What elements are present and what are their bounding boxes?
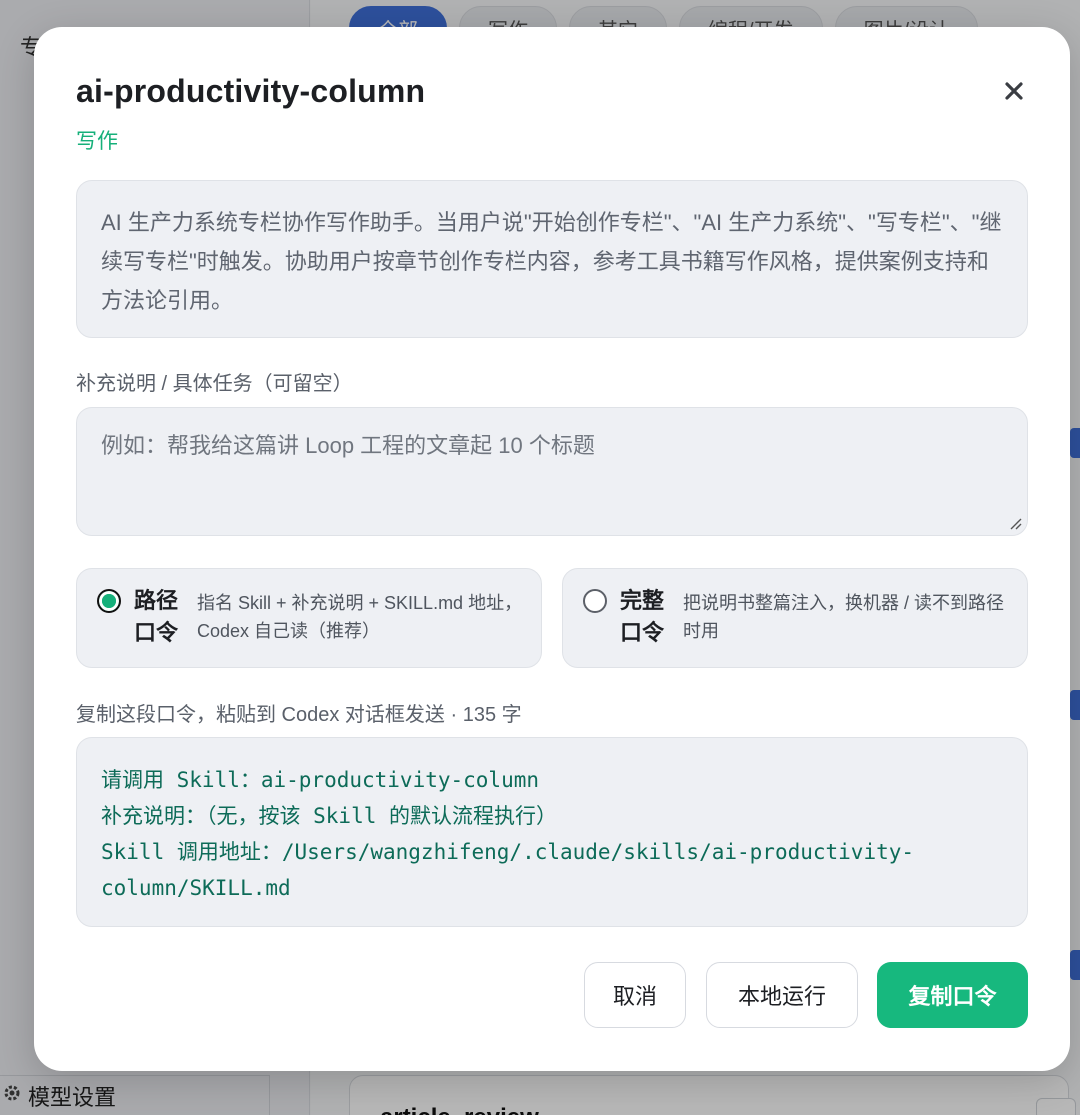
copy-command-button[interactable]: 复制口令 bbox=[877, 962, 1028, 1028]
copy-instruction: 复制这段口令，粘贴到 Codex 对话框发送 · 135 字 bbox=[76, 704, 522, 726]
radio-unselected[interactable] bbox=[583, 589, 607, 613]
mode-name: 路径口令 bbox=[133, 588, 178, 645]
radio-selected[interactable] bbox=[97, 589, 121, 613]
mode-description: 指名 Skill + 补充说明 + SKILL.md 地址，Codex 自己读（… bbox=[197, 593, 523, 641]
mode-description: 把说明书整篇注入，换机器 / 读不到路径时用 bbox=[683, 593, 1005, 641]
mode-option-path[interactable]: 路径口令 指名 Skill + 补充说明 + SKILL.md 地址，Codex… bbox=[76, 568, 542, 668]
resize-handle-icon[interactable] bbox=[1008, 516, 1022, 530]
command-preview[interactable]: 请调用 Skill：ai-productivity-column 补充说明：（无… bbox=[76, 737, 1028, 927]
skill-dialog: ai-productivity-column 写作 AI 生产力系统专栏协作写作… bbox=[34, 27, 1070, 1071]
mode-name: 完整口令 bbox=[619, 588, 664, 645]
close-button[interactable] bbox=[996, 75, 1032, 111]
skill-description: AI 生产力系统专栏协作写作助手。当用户说"开始创作专栏"、"AI 生产力系统"… bbox=[76, 180, 1028, 338]
supplement-input[interactable] bbox=[76, 407, 1028, 536]
supplement-label: 补充说明 / 具体任务（可留空） bbox=[76, 373, 353, 395]
category-label: 写作 bbox=[76, 130, 118, 153]
run-local-button[interactable]: 本地运行 bbox=[706, 962, 858, 1028]
mode-option-full[interactable]: 完整口令 把说明书整篇注入，换机器 / 读不到路径时用 bbox=[562, 568, 1028, 668]
dialog-title: ai-productivity-column bbox=[76, 73, 426, 109]
close-icon bbox=[1004, 81, 1024, 106]
cancel-button[interactable]: 取消 bbox=[584, 962, 686, 1028]
